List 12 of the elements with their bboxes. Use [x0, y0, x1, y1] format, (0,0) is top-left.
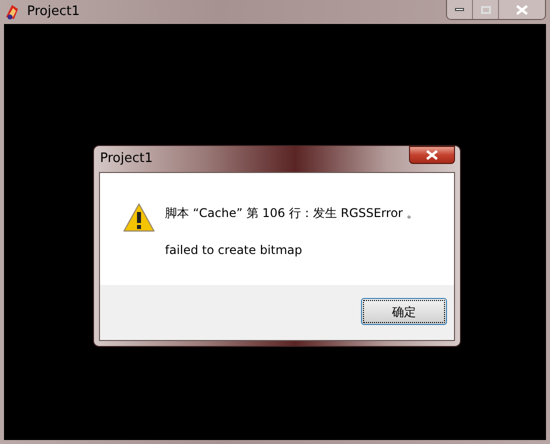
close-icon — [516, 4, 528, 14]
window-title: Project1 — [27, 3, 80, 22]
ok-button[interactable]: 确定 — [361, 298, 447, 325]
dialog-close-button[interactable] — [409, 146, 455, 164]
error-detail: failed to create bitmap — [165, 242, 304, 259]
app-icon — [3, 3, 21, 21]
error-message: 脚本 “Cache” 第 106 行：发生 RGSSError 。 — [165, 205, 419, 222]
close-icon — [426, 150, 438, 160]
dialog-title: Project1 — [100, 150, 153, 168]
maximize-button[interactable] — [473, 0, 499, 19]
warning-icon — [123, 203, 155, 233]
minimize-button[interactable] — [447, 0, 473, 19]
